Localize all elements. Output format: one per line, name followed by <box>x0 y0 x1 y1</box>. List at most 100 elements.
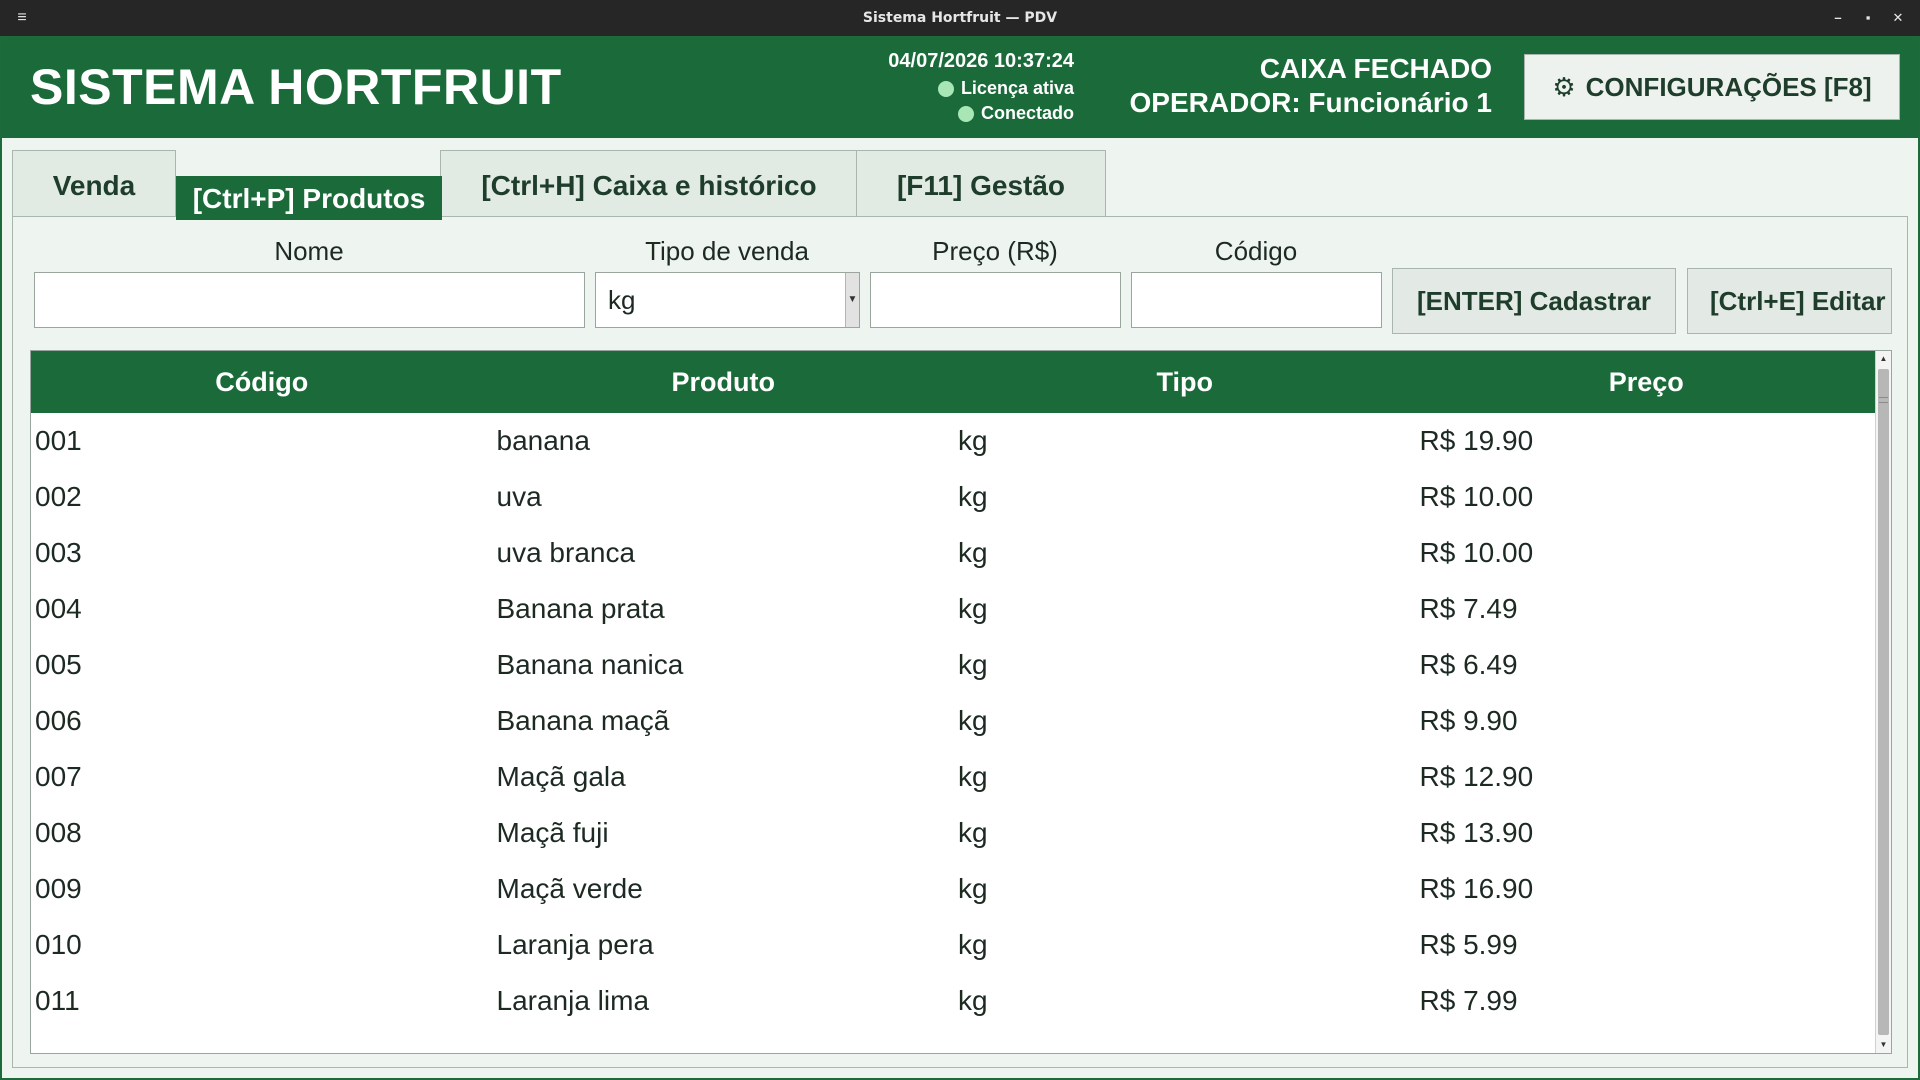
table-header: Código Produto Tipo Preço <box>31 351 1877 413</box>
scrollbar-grip <box>1879 397 1888 403</box>
cash-status: CAIXA FECHADO <box>1259 53 1492 84</box>
sale-type-label: Tipo de venda <box>645 236 809 266</box>
name-label: Nome <box>274 236 344 266</box>
cell-preco: R$ 13.90 <box>1419 817 1534 848</box>
cell-codigo: 002 <box>35 481 82 512</box>
app-window: SISTEMA HORTFRUIT 04/07/2026 10:37:24 Li… <box>0 36 1920 1080</box>
config-button[interactable]: ⚙ CONFIGURAÇÕES [F8] <box>1524 54 1900 120</box>
cell-preco: R$ 16.90 <box>1419 873 1534 904</box>
datetime: 04/07/2026 10:37:24 <box>888 50 1074 72</box>
cell-produto: Maçã fuji <box>496 817 609 848</box>
cell-preco: R$ 12.90 <box>1419 761 1534 792</box>
connection-status-label: Conectado <box>980 103 1074 123</box>
cell-codigo: 001 <box>35 425 82 456</box>
connection-status: Conectado <box>957 103 1074 124</box>
column-header-preco[interactable]: Preço <box>1416 351 1878 413</box>
code-label: Código <box>1214 236 1298 266</box>
license-status-label: Licença ativa <box>960 78 1074 98</box>
edit-button[interactable]: [Ctrl+E] Editar <box>1687 268 1892 334</box>
cell-produto: Banana maçã <box>496 705 670 736</box>
cell-preco: R$ 6.49 <box>1419 649 1518 680</box>
cell-preco: R$ 7.99 <box>1419 985 1518 1016</box>
minimize-icon[interactable]: – <box>1828 8 1848 28</box>
scroll-down-arrow-icon[interactable]: ▼ <box>1876 1037 1891 1053</box>
cell-codigo: 011 <box>35 985 80 1016</box>
column-header-codigo[interactable]: Código <box>31 351 493 413</box>
table-row[interactable]: 003 uva branca kg R$ 10.00 <box>31 525 1877 581</box>
cell-tipo: kg <box>958 985 988 1016</box>
window-titlebar: ≡ Sistema Hortfruit — PDV – ▪ ✕ <box>0 0 1920 36</box>
table-scrollbar[interactable]: ▲ ▼ <box>1875 351 1891 1053</box>
table-row[interactable]: 006 Banana maçã kg R$ 9.90 <box>31 693 1877 749</box>
cell-tipo: kg <box>958 425 988 456</box>
price-input[interactable] <box>870 272 1121 328</box>
cell-produto: uva <box>496 481 542 512</box>
cell-preco: R$ 5.99 <box>1419 929 1518 960</box>
tab-venda[interactable]: Venda <box>12 150 176 220</box>
sale-type-value: kg <box>608 284 636 315</box>
cell-tipo: kg <box>958 817 988 848</box>
cell-produto: Maçã gala <box>496 761 626 792</box>
cell-preco: R$ 19.90 <box>1419 425 1534 456</box>
cell-produto: Laranja lima <box>496 985 650 1016</box>
cell-preco: R$ 9.90 <box>1419 705 1518 736</box>
cell-produto: Laranja pera <box>496 929 654 960</box>
products-table: Código Produto Tipo Preço 001 banana kg R$ … <box>30 350 1892 1054</box>
config-button-label: CONFIGURAÇÕES [F8] <box>1585 71 1872 102</box>
cell-produto: Maçã verde <box>496 873 643 904</box>
table-row[interactable]: 007 Maçã gala kg R$ 12.90 <box>31 749 1877 805</box>
table-row[interactable]: 002 uva kg R$ 10.00 <box>31 469 1877 525</box>
cell-tipo: kg <box>958 649 988 680</box>
operator-label: OPERADOR: Funcionário 1 <box>1129 87 1492 118</box>
cell-tipo: kg <box>958 873 988 904</box>
table-body: 001 banana kg R$ 19.90 002 uva kg R$ 10.00 003 uv… <box>31 413 1877 1029</box>
register-button[interactable]: [ENTER] Cadastrar <box>1392 268 1676 334</box>
table-row[interactable]: 009 Maçã verde kg R$ 16.90 <box>31 861 1877 917</box>
cell-preco: R$ 10.00 <box>1419 537 1534 568</box>
cell-codigo: 003 <box>35 537 82 568</box>
name-input[interactable] <box>34 272 585 328</box>
cell-tipo: kg <box>958 929 988 960</box>
cell-tipo: kg <box>958 481 988 512</box>
price-label: Preço (R$) <box>932 236 1058 266</box>
cell-codigo: 010 <box>35 929 82 960</box>
app-title: SISTEMA HORTFRUIT <box>30 59 562 115</box>
table-row[interactable]: 005 Banana nanica kg R$ 6.49 <box>31 637 1877 693</box>
window-title: Sistema Hortfruit — PDV <box>862 10 1058 26</box>
table-row[interactable]: 001 banana kg R$ 19.90 <box>31 413 1877 469</box>
code-input[interactable] <box>1131 272 1382 328</box>
table-row[interactable]: 004 Banana prata kg R$ 7.49 <box>31 581 1877 637</box>
cell-produto: banana <box>496 425 590 456</box>
sale-type-select[interactable]: kg ▼ <box>595 272 860 328</box>
cell-produto: Banana prata <box>496 593 665 624</box>
cell-codigo: 005 <box>35 649 82 680</box>
scrollbar-thumb[interactable] <box>1878 369 1889 1035</box>
cell-codigo: 006 <box>35 705 82 736</box>
license-status-dot-icon <box>937 80 954 97</box>
scroll-up-arrow-icon[interactable]: ▲ <box>1876 351 1891 367</box>
table-row[interactable]: 008 Maçã fuji kg R$ 13.90 <box>31 805 1877 861</box>
tab-gestao[interactable]: [F11] Gestão <box>856 150 1106 220</box>
tab-produtos[interactable]: [Ctrl+P] Produtos <box>176 176 442 220</box>
cell-produto: Banana nanica <box>496 649 684 680</box>
connection-status-dot-icon <box>957 105 974 122</box>
app-header: SISTEMA HORTFRUIT 04/07/2026 10:37:24 Li… <box>0 36 1920 138</box>
cell-codigo: 009 <box>35 873 82 904</box>
table-row[interactable]: 011 Laranja lima kg R$ 7.99 <box>31 973 1877 1029</box>
cell-codigo: 008 <box>35 817 82 848</box>
cell-preco: R$ 10.00 <box>1419 481 1534 512</box>
cell-preco: R$ 7.49 <box>1419 593 1518 624</box>
cell-tipo: kg <box>958 705 988 736</box>
close-icon[interactable]: ✕ <box>1888 8 1908 28</box>
maximize-icon[interactable]: ▪ <box>1858 8 1878 28</box>
table-row[interactable]: 010 Laranja pera kg R$ 5.99 <box>31 917 1877 973</box>
license-status: Licença ativa <box>937 78 1074 99</box>
cell-codigo: 007 <box>35 761 82 792</box>
tab-caixa-historico[interactable]: [Ctrl+H] Caixa e histórico <box>440 150 858 220</box>
cell-tipo: kg <box>958 761 988 792</box>
cell-codigo: 004 <box>35 593 82 624</box>
column-header-tipo[interactable]: Tipo <box>954 351 1416 413</box>
chevron-down-icon[interactable]: ▼ <box>845 273 859 327</box>
column-header-produto[interactable]: Produto <box>493 351 955 413</box>
cell-tipo: kg <box>958 593 988 624</box>
